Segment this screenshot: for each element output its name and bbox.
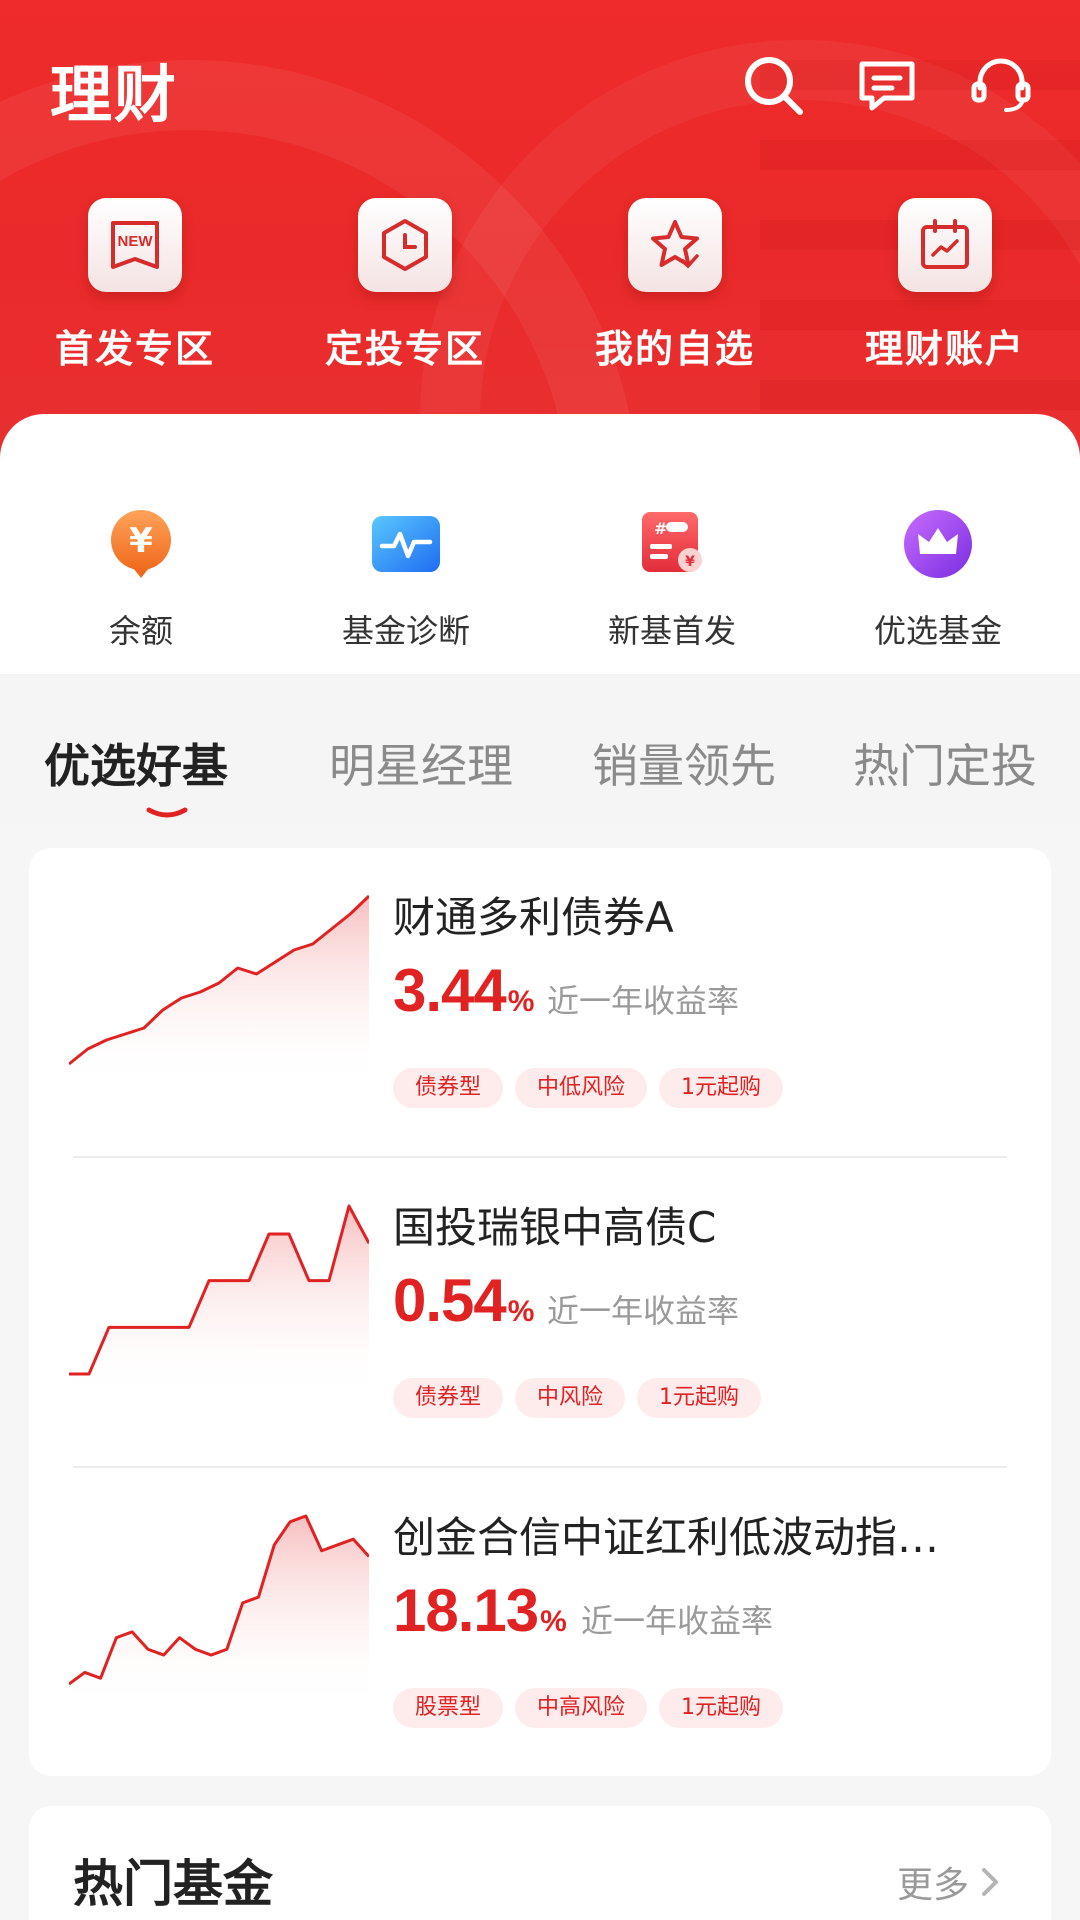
fund-return-label: 近一年收益率 (581, 1602, 774, 1640)
service-label: 优选基金 (873, 612, 1002, 650)
fund-min-buy-tag: 1元起购 (637, 1378, 762, 1418)
service-balance[interactable]: ¥ 余额 (41, 504, 241, 652)
message-icon[interactable] (854, 52, 920, 118)
fund-name: 国投瑞银中高债C (393, 1203, 717, 1252)
yuan-coin-icon: ¥ (101, 504, 181, 584)
calendar-chart-icon (898, 198, 992, 292)
fund-min-buy-tag: 1元起购 (659, 1068, 784, 1108)
fund-sparkline (69, 894, 369, 1088)
service-label: 余额 (108, 612, 173, 650)
service-label: 新基首发 (607, 612, 736, 650)
service-panel: ¥ 余额 基金诊断 # ¥ 新基首发 优选基金 (0, 414, 1080, 674)
hot-funds-section: 热门基金 更多 (29, 1806, 1051, 1920)
tab-preferred[interactable]: 优选好基 (44, 730, 228, 796)
tab-star-manager[interactable]: 明星经理 (329, 730, 513, 796)
service-new-fund[interactable]: # ¥ 新基首发 (572, 504, 772, 652)
fund-return-label: 近一年收益率 (547, 982, 740, 1020)
service-preferred-fund[interactable]: 优选基金 (838, 504, 1038, 652)
svg-text:#: # (654, 519, 667, 538)
fund-sparkline (69, 1514, 369, 1708)
quick-entry-account[interactable]: 理财账户 (845, 198, 1045, 373)
fund-item[interactable]: 创金合信中证红利低波动指… 18.13% 近一年收益率 股票型 中高风险 1元起… (29, 1468, 1051, 1778)
quick-entry-row: NEW 首发专区 定投专区 我的自选 理财账户 (0, 198, 1080, 378)
star-icon (628, 198, 722, 292)
page-title: 理财 (50, 58, 179, 131)
fund-return-label: 近一年收益率 (547, 1292, 740, 1330)
fund-return-rate: 18.13% (393, 1577, 567, 1644)
quick-entry-watchlist[interactable]: 我的自选 (575, 198, 775, 373)
fund-risk-tag: 中低风险 (515, 1068, 648, 1108)
sparkline-area (69, 1516, 369, 1708)
fund-item[interactable]: 国投瑞银中高债C 0.54% 近一年收益率 债券型 中风险 1元起购 (29, 1158, 1051, 1468)
quick-entry-label: 理财账户 (864, 327, 1025, 371)
fund-tags: 股票型 中高风险 1元起购 (393, 1688, 784, 1728)
fund-risk-tag: 中高风险 (515, 1688, 648, 1728)
more-link[interactable]: 更多 (897, 1856, 1003, 1908)
tab-top-sales[interactable]: 销量领先 (592, 730, 776, 796)
fund-type-tag: 债券型 (393, 1378, 504, 1418)
customer-service-icon[interactable] (968, 52, 1034, 118)
fund-return-rate: 0.54% (393, 1267, 535, 1334)
quick-entry-first-issue[interactable]: NEW 首发专区 (35, 198, 235, 373)
fund-type-tag: 债券型 (393, 1068, 504, 1108)
fund-tags: 债券型 中低风险 1元起购 (393, 1068, 784, 1108)
diagnosis-icon (366, 504, 446, 584)
clock-icon (358, 198, 452, 292)
service-label: 基金诊断 (341, 612, 470, 650)
fund-name: 创金合信中证红利低波动指… (393, 1513, 940, 1562)
new-badge-icon: NEW (88, 198, 182, 292)
quick-entry-label: 首发专区 (54, 327, 215, 371)
crown-icon (898, 504, 978, 584)
fund-name: 财通多利债券A (393, 893, 674, 942)
sparkline-area (69, 896, 369, 1088)
fund-item[interactable]: 财通多利债券A 3.44% 近一年收益率 债券型 中低风险 1元起购 (29, 848, 1051, 1158)
fund-return-rate: 3.44% (393, 957, 535, 1024)
svg-text:NEW: NEW (118, 233, 154, 250)
fund-tags: 债券型 中风险 1元起购 (393, 1378, 762, 1418)
fund-risk-tag: 中风险 (515, 1378, 626, 1418)
fund-list-card: 财通多利债券A 3.44% 近一年收益率 债券型 中低风险 1元起购 国投瑞银中… (29, 848, 1051, 1776)
section-title: 热门基金 (73, 1855, 273, 1913)
svg-text:¥: ¥ (685, 554, 695, 570)
more-label: 更多 (896, 1865, 969, 1906)
fund-tabs: 优选好基 明星经理 销量领先 热门定投 (0, 674, 1080, 824)
active-tab-indicator (146, 807, 188, 818)
quick-entry-label: 我的自选 (594, 327, 755, 371)
fund-min-buy-tag: 1元起购 (659, 1688, 784, 1728)
search-icon[interactable] (740, 52, 806, 118)
fund-sparkline (69, 1204, 369, 1398)
sparkline-area (69, 1206, 369, 1398)
header-banner: 理财 NEW 首发专区 定投专区 我的自选 理财账户 (0, 0, 1080, 470)
fund-type-tag: 股票型 (393, 1688, 504, 1728)
service-fund-diagnosis[interactable]: 基金诊断 (306, 504, 506, 652)
quick-entry-label: 定投专区 (324, 327, 485, 371)
new-fund-icon: # ¥ (632, 504, 712, 584)
quick-entry-regular-invest[interactable]: 定投专区 (305, 198, 505, 373)
chevron-right-icon (982, 1868, 998, 1896)
tab-popular-regular[interactable]: 热门定投 (853, 730, 1037, 796)
svg-text:¥: ¥ (129, 521, 153, 561)
